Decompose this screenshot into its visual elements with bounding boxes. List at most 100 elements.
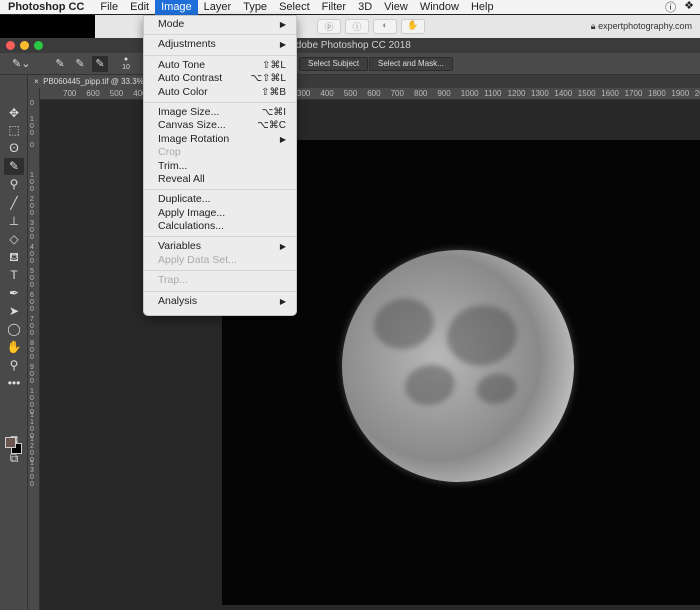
menu-separator bbox=[144, 270, 296, 272]
menu-item-trim[interactable]: Trim... bbox=[144, 160, 296, 173]
menu-item-canvas-size[interactable]: Canvas Size... ⌥⌘C bbox=[144, 119, 296, 132]
path-selection-tool-icon[interactable]: ➤ bbox=[4, 303, 24, 320]
zoom-tool-icon[interactable]: ⚲ bbox=[4, 357, 24, 374]
ruler-label: 1100 bbox=[484, 89, 502, 98]
marquee-tool-icon[interactable]: ⬚ bbox=[4, 122, 24, 139]
more-tools-icon[interactable]: ••• bbox=[4, 375, 24, 392]
ruler-label: 600 bbox=[367, 89, 381, 98]
ghostery-icon[interactable]: ◐ bbox=[373, 19, 397, 34]
submenu-arrow-icon: ▶ bbox=[279, 242, 286, 252]
ruler-label: 500 bbox=[30, 268, 34, 289]
menu-item-auto-contrast[interactable]: Auto Contrast ⌥⇧⌘L bbox=[144, 72, 296, 85]
add-selection-icon[interactable]: ✎ bbox=[72, 56, 88, 72]
menu-item-label: Image Rotation bbox=[158, 132, 230, 145]
ruler-label: 500 bbox=[343, 89, 358, 98]
pen-tool-icon[interactable]: ✒ bbox=[4, 285, 24, 302]
shortcut: ⌥⌘I bbox=[261, 106, 286, 118]
menu-item-calculations[interactable]: Calculations... bbox=[144, 220, 296, 233]
paint-bucket-tool-icon[interactable]: ⛾ bbox=[4, 249, 24, 266]
lasso-tool-icon[interactable]: ʘ bbox=[4, 140, 24, 157]
ruler-label: 300 bbox=[30, 220, 34, 241]
ruler-label: 1700 bbox=[624, 89, 643, 98]
ruler-label: 700 bbox=[63, 89, 77, 98]
pinterest-icon[interactable]: ⓟ bbox=[317, 19, 341, 34]
menu-layer[interactable]: Layer bbox=[198, 0, 238, 15]
submenu-arrow-icon: ▶ bbox=[279, 134, 286, 144]
zoom-window-button[interactable] bbox=[34, 41, 43, 50]
menu-item-auto-color[interactable]: Auto Color ⇧⌘B bbox=[144, 86, 296, 99]
dropbox-icon[interactable]: ❖ bbox=[684, 0, 694, 15]
shortcut: ⇧⌘B bbox=[260, 86, 286, 98]
vertical-ruler[interactable]: 0 100 0 100 200 300 400 500 600 700 800 900 1000 1100… bbox=[28, 88, 40, 610]
ruler-label: 0 bbox=[30, 142, 34, 149]
document-tab-bar: × PB060445_pipp.tif @ 33.3% (Gray/8) bbox=[28, 75, 700, 88]
menu-view[interactable]: View bbox=[378, 0, 414, 15]
menu-select[interactable]: Select bbox=[273, 0, 316, 15]
info-icon[interactable]: ⓘ bbox=[345, 19, 369, 34]
ruler-label: 1900 bbox=[671, 89, 690, 98]
ruler-label: 700 bbox=[390, 89, 404, 98]
brush-tool-icon[interactable]: ╱ bbox=[4, 195, 24, 212]
window-title: Adobe Photoshop CC 2018 bbox=[289, 40, 411, 51]
menu-item-label: Image Size... bbox=[158, 105, 220, 118]
ellipse-tool-icon[interactable]: ◯ bbox=[4, 321, 24, 338]
move-tool-icon[interactable]: ✥ bbox=[4, 105, 24, 122]
menu-item-apply-image[interactable]: Apply Image... bbox=[144, 207, 296, 220]
menu-type[interactable]: Type bbox=[237, 0, 273, 15]
ruler-label: 1300 bbox=[531, 89, 549, 98]
select-and-mask-button[interactable]: Select and Mask... bbox=[369, 57, 453, 71]
close-tab-icon[interactable]: × bbox=[34, 77, 39, 86]
menu-item-label: Trap... bbox=[158, 274, 188, 287]
document-tab[interactable]: × PB060445_pipp.tif @ 33.3% (Gray/8) bbox=[28, 75, 148, 88]
ruler-label: 600 bbox=[86, 89, 100, 98]
menu-item-reveal-all[interactable]: Reveal All bbox=[144, 173, 296, 186]
eraser-tool-icon[interactable]: ◇ bbox=[4, 231, 24, 248]
hand-tool-icon[interactable]: ✋ bbox=[4, 339, 24, 356]
menu-item-label: Auto Tone bbox=[158, 58, 206, 71]
new-selection-icon[interactable]: ✎ bbox=[52, 56, 68, 72]
menu-separator bbox=[144, 101, 296, 103]
menu-item-mode[interactable]: Mode ▶ bbox=[144, 18, 296, 31]
ruler-label: 400 bbox=[320, 89, 334, 98]
subtract-selection-icon[interactable]: ✎ bbox=[92, 56, 108, 72]
quick-selection-preset-icon[interactable]: ✎⌄ bbox=[12, 56, 30, 72]
menu-filter[interactable]: Filter bbox=[316, 0, 352, 15]
menu-item-adjustments[interactable]: Adjustments ▶ bbox=[144, 38, 296, 51]
menu-image[interactable]: Image bbox=[155, 0, 198, 15]
menu-separator bbox=[144, 34, 296, 36]
foreground-color-swatch[interactable] bbox=[5, 437, 16, 448]
extension-icon[interactable]: ✋ bbox=[401, 19, 425, 34]
select-subject-button[interactable]: Select Subject bbox=[299, 57, 369, 71]
menu-help[interactable]: Help bbox=[465, 0, 500, 15]
app-menu[interactable]: Photoshop CC bbox=[0, 0, 94, 15]
eyedropper-tool-icon[interactable]: ⚲ bbox=[4, 176, 24, 193]
menu-window[interactable]: Window bbox=[414, 0, 465, 15]
close-window-button[interactable] bbox=[6, 41, 15, 50]
menu-item-variables[interactable]: Variables ▶ bbox=[144, 240, 296, 253]
image-menu-dropdown: Mode ▶ Adjustments ▶ Auto Tone ⇧⌘L Auto Contra… bbox=[143, 15, 297, 316]
menu-edit[interactable]: Edit bbox=[124, 0, 155, 15]
submenu-arrow-icon: ▶ bbox=[279, 40, 286, 50]
ruler-label: 100 bbox=[30, 172, 34, 193]
menu-item-duplicate[interactable]: Duplicate... bbox=[144, 193, 296, 206]
menu-item-image-size[interactable]: Image Size... ⌥⌘I bbox=[144, 106, 296, 119]
minimize-window-button[interactable] bbox=[20, 41, 29, 50]
submenu-arrow-icon: ▶ bbox=[279, 296, 286, 306]
menu-3d[interactable]: 3D bbox=[352, 0, 378, 15]
menu-item-analysis[interactable]: Analysis ▶ bbox=[144, 295, 296, 308]
menu-separator bbox=[144, 54, 296, 56]
1password-icon[interactable]: ⓘ bbox=[665, 0, 676, 15]
quick-selection-tool-icon[interactable]: ✎ bbox=[4, 158, 24, 175]
brush-size-picker[interactable]: ● 10 bbox=[118, 56, 134, 72]
menu-item-image-rotation[interactable]: Image Rotation ▶ bbox=[144, 133, 296, 146]
menu-file[interactable]: File bbox=[94, 0, 124, 15]
menu-item-auto-tone[interactable]: Auto Tone ⇧⌘L bbox=[144, 59, 296, 72]
menu-item-apply-data-set: Apply Data Set... bbox=[144, 254, 296, 267]
ruler-label: 1400 bbox=[554, 89, 573, 98]
menu-item-label: Auto Color bbox=[158, 85, 208, 98]
lock-icon: 🔒︎ bbox=[590, 21, 596, 31]
horizontal-ruler[interactable]: 7006005004003002001000100200300400500600… bbox=[40, 88, 700, 100]
type-tool-icon[interactable]: T bbox=[4, 267, 24, 284]
ruler-label: 2000 bbox=[694, 89, 700, 98]
stamp-tool-icon[interactable]: ⊥ bbox=[4, 213, 24, 230]
